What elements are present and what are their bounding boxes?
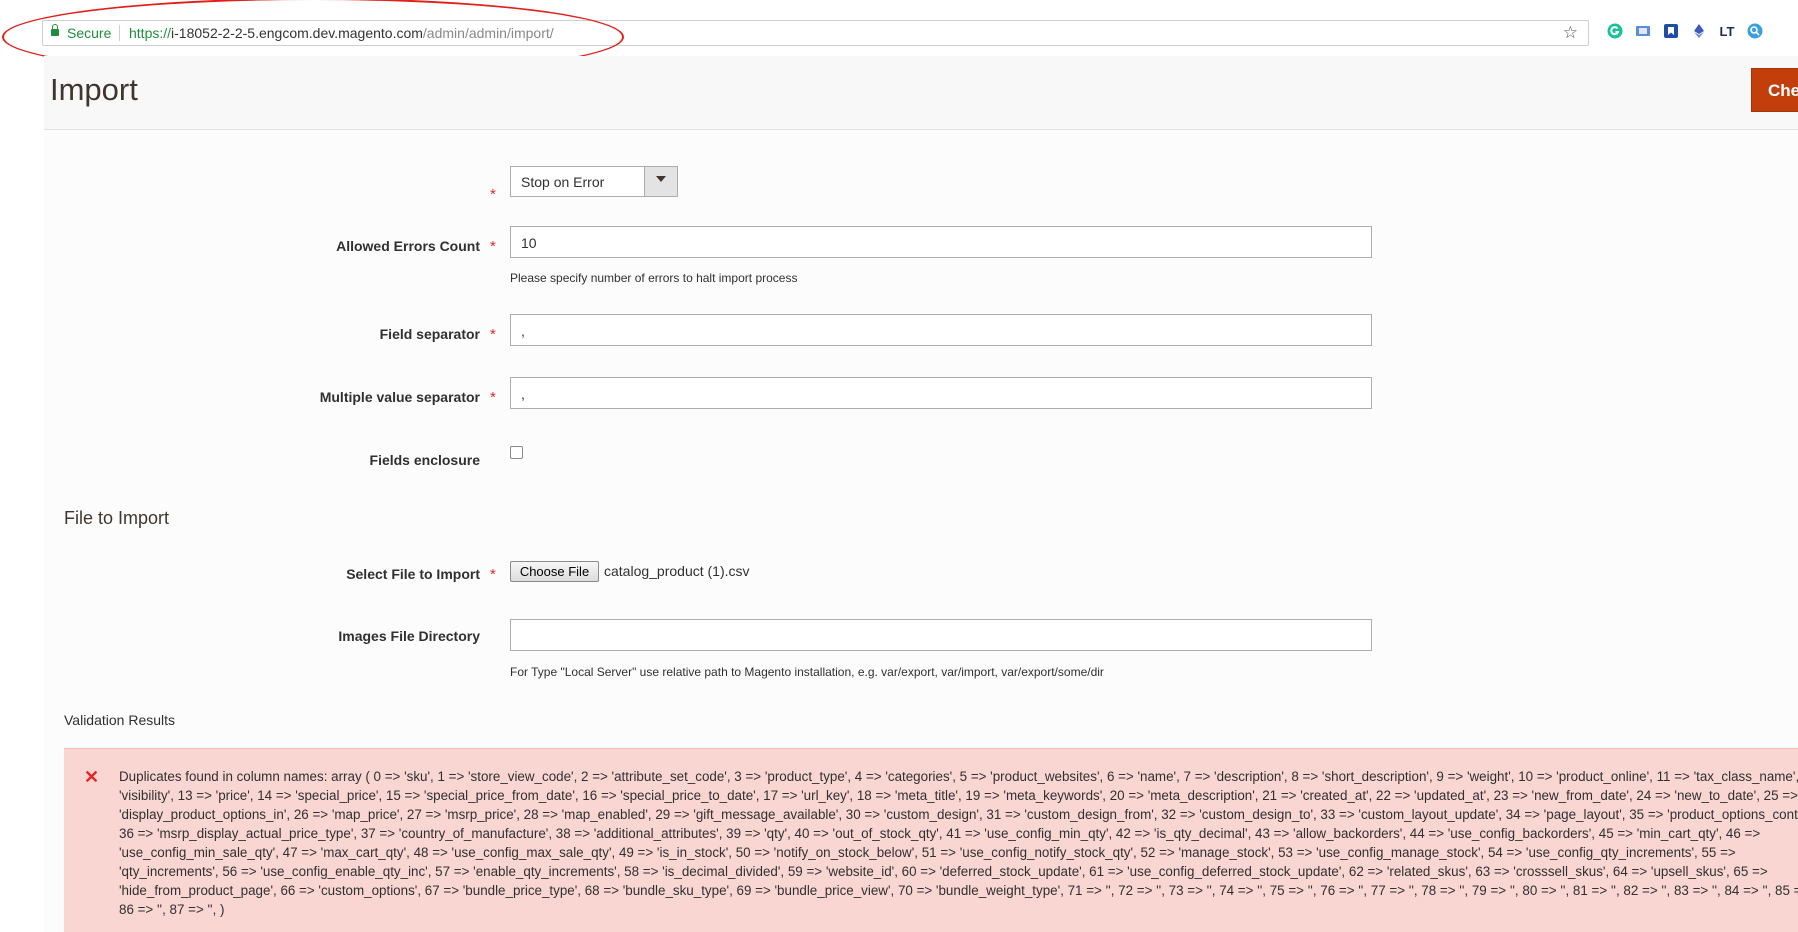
images-file-directory-note: For Type "Local Server" use relative pat… (510, 665, 1104, 679)
field-separator-input[interactable]: , (510, 314, 1372, 346)
url-text[interactable]: https://i-18052-2-2-5.engcom.dev.magento… (129, 25, 554, 41)
select-arrow[interactable] (644, 167, 677, 196)
url-scheme: https:// (129, 25, 172, 41)
images-file-directory-label: Images File Directory (338, 628, 480, 644)
screenshot-extension-icon[interactable] (1634, 23, 1652, 41)
check-data-button[interactable]: Check Data (1751, 68, 1798, 112)
error-message-text: Duplicates found in column names: array … (119, 769, 1798, 917)
ethereum-extension-icon[interactable] (1690, 23, 1708, 41)
error-message-box: ✕ Duplicates found in column names: arra… (64, 748, 1798, 932)
allowed-errors-note: Please specify number of errors to halt … (510, 271, 798, 285)
validation-results-heading: Validation Results (64, 712, 176, 728)
multiple-value-separator-input[interactable]: , (510, 377, 1372, 409)
address-separator (119, 25, 120, 41)
secure-label: Secure (67, 25, 112, 41)
bookmark-star-icon[interactable]: ☆ (1563, 23, 1578, 43)
choose-file-button[interactable]: Choose File (510, 561, 599, 582)
allowed-errors-label: Allowed Errors Count (336, 238, 480, 254)
search-extension-icon[interactable] (1746, 23, 1764, 41)
lock-icon (51, 24, 59, 36)
field-separator-label: Field separator (379, 326, 480, 342)
required-marker: * (490, 238, 496, 255)
required-marker: * (490, 326, 496, 343)
address-bar[interactable]: Secure https://i-18052-2-2-5.engcom.dev.… (42, 20, 1589, 46)
required-marker: * (490, 389, 496, 406)
chevron-down-icon (656, 176, 666, 182)
required-marker: * (490, 186, 496, 203)
page-header: Import Check Data (44, 56, 1798, 130)
browser-toolbar: Secure https://i-18052-2-2-5.engcom.dev.… (0, 0, 1798, 56)
languagetool-extension-icon[interactable]: LT (1718, 23, 1736, 41)
fields-enclosure-checkbox[interactable] (510, 446, 523, 459)
page-title: Import (50, 72, 138, 107)
allowed-errors-input[interactable]: 10 (510, 226, 1372, 258)
file-to-import-heading: File to Import (64, 508, 170, 528)
multiple-value-separator-label: Multiple value separator (319, 389, 480, 405)
required-marker: * (490, 566, 496, 583)
select-value: Stop on Error (521, 174, 605, 190)
fields-enclosure-label: Fields enclosure (369, 452, 480, 468)
bookmark-extension-icon[interactable] (1662, 23, 1680, 41)
url-host: i-18052-2-2-5.engcom.dev.magento.com (171, 25, 423, 41)
images-file-directory-input[interactable] (510, 619, 1372, 651)
select-file-label: Select File to Import (346, 566, 480, 582)
error-icon: ✕ (84, 767, 100, 787)
import-behavior-select[interactable]: Stop on Error (510, 166, 678, 197)
selected-file-name: catalog_product (1).csv (604, 563, 750, 579)
url-path: /admin/admin/import/ (422, 25, 554, 41)
grammarly-extension-icon[interactable] (1606, 23, 1624, 41)
